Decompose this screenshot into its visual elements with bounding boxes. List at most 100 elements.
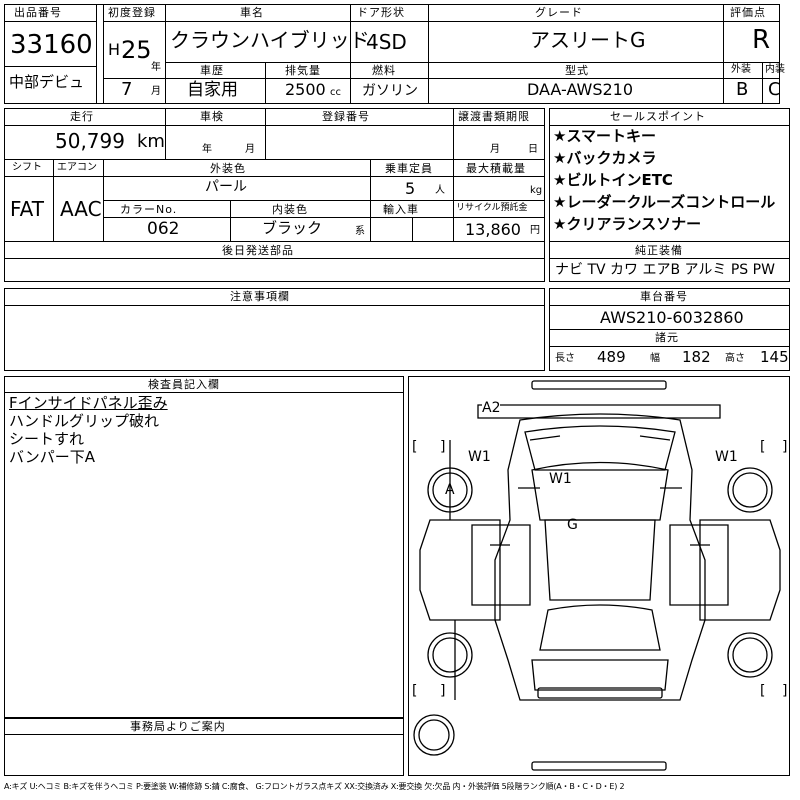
mileage-value: 50,799 (55, 129, 125, 153)
fuel-value: ガソリン (362, 83, 418, 99)
insp-month-unit: 月 (245, 144, 255, 155)
chassis-value: AWS210-6032860 (600, 308, 744, 327)
notes-label: 注意事項欄 (230, 290, 290, 303)
yen-unit: 円 (530, 225, 540, 236)
shift-value: FAT (10, 197, 45, 221)
inspector-label: 検査員記入欄 (148, 378, 220, 391)
type-value: DAA-AWS210 (527, 80, 634, 99)
recycle-value: 13,860 (465, 220, 521, 239)
ac-value: AAC (60, 197, 102, 221)
inspection-label: 車検 (200, 110, 224, 123)
load-unit: kg (530, 185, 543, 196)
width-value: 182 (682, 348, 711, 366)
lot-label: 出品番号 (14, 6, 62, 19)
brackets-right-bot: [ (760, 683, 766, 699)
mark-a: A (445, 482, 455, 498)
length-value: 489 (597, 348, 626, 366)
mark-w1-center: W1 (549, 471, 572, 487)
selling-point-item: ★スマートキー (553, 127, 656, 145)
mileage-unit: km (137, 131, 165, 152)
door-value: 4SD (366, 30, 407, 54)
selling-point-item: ★ビルトインETC (553, 171, 673, 189)
transfer-day-unit: 日 (528, 144, 538, 155)
equipment-label: 純正装備 (635, 244, 683, 257)
color-no-value: 062 (147, 219, 180, 239)
insp-year-unit: 年 (202, 144, 212, 155)
type-label: 型式 (565, 64, 589, 77)
score-label: 評価点 (730, 6, 766, 19)
damage-diagram (408, 376, 790, 776)
interior-color-value: ブラック (262, 219, 323, 237)
era: H (108, 40, 121, 59)
score-value: R (752, 25, 771, 55)
legend-text: A:キズ U:ヘコミ B:キズを伴うヘコミ P:要塗装 W:補修跡 S:錆 C:… (4, 782, 625, 791)
exterior-color-label: 外装色 (210, 162, 246, 175)
grade-value: アスリートG (530, 28, 646, 52)
height-value: 145 (760, 348, 789, 366)
displacement-value: 2500 (285, 80, 326, 99)
chassis-label: 車台番号 (640, 290, 688, 303)
interior-color-suffix: 系 (355, 226, 365, 237)
year-unit: 年 (151, 62, 161, 73)
fuel-label: 燃料 (372, 64, 396, 77)
ext-label: 外装 (731, 64, 751, 75)
brackets-right-top: [ (760, 439, 766, 455)
exterior-color-value: パール (205, 179, 247, 195)
history-value: 自家用 (187, 80, 238, 100)
selling-point-item: ★レーダークルーズコントロール (553, 193, 776, 211)
selling-points-list: ★スマートキー ★バックカメラ ★ビルトインETC ★レーダークルーズコントロー… (553, 129, 775, 239)
reg-month: 7 (121, 79, 133, 100)
dimensions-label: 諸元 (655, 331, 679, 344)
brackets-left-bot2: ] (440, 683, 446, 699)
mark-a2: A2 (482, 400, 501, 416)
color-no-label: カラーNo. (120, 203, 178, 216)
selling-point-item: ★クリアランスソナー (553, 215, 702, 233)
plate-label: 登録番号 (322, 110, 370, 123)
capacity-unit: 人 (435, 185, 445, 196)
equipment-value: ナビ TV カワ エアB アルミ PS PW (555, 262, 775, 278)
history-label: 車歴 (200, 64, 224, 77)
displacement-label: 排気量 (285, 64, 321, 77)
brackets-left-top2: ] (440, 439, 446, 455)
model-name: クラウンハイブリッド (170, 28, 370, 52)
load-label: 最大積載量 (466, 162, 526, 175)
office-label: 事務局よりご案内 (130, 720, 226, 733)
model-label: 車名 (240, 6, 264, 19)
capacity-label: 乗車定員 (385, 162, 433, 175)
ac-label: エアコン (57, 162, 97, 173)
grade-label: グレード (535, 6, 583, 19)
recycle-label: リサイクル預託金 (456, 203, 528, 213)
ext-score: B (736, 79, 749, 100)
brackets-left-top: [ (412, 439, 418, 455)
mark-g: G (567, 517, 578, 533)
inspector-lines: Fインサイドパネル歪み ハンドルグリップ破れ シートすれ バンパー下A (9, 396, 168, 468)
height-label: 高さ (725, 353, 745, 364)
first-reg-label: 初度登録 (108, 6, 156, 19)
int-score: C (768, 79, 781, 100)
capacity-value: 5 (405, 179, 416, 198)
lot-number: 33160 (10, 30, 93, 60)
later-parts-label: 後日発送部品 (222, 244, 294, 257)
interior-color-label: 内装色 (272, 203, 308, 216)
transfer-label: 譲渡書類期限 (458, 110, 530, 123)
transfer-month-unit: 月 (490, 144, 500, 155)
length-label: 長さ (555, 353, 575, 364)
cc-unit: cc (330, 87, 341, 98)
int-label: 内装 (765, 64, 785, 75)
selling-points-label: セールスポイント (610, 110, 706, 123)
inspector-line: バンパー下A (9, 448, 96, 466)
mark-w1-left: W1 (468, 449, 491, 465)
month-unit: 月 (151, 86, 161, 97)
mark-w1-right: W1 (715, 449, 738, 465)
import-label: 輸入車 (383, 203, 419, 216)
width-label: 幅 (650, 353, 660, 364)
selling-point-item: ★バックカメラ (553, 149, 657, 167)
door-label: ドア形状 (357, 6, 405, 19)
shift-label: シフト (12, 162, 42, 173)
debut-label: 中部デビュ (9, 73, 85, 91)
brackets-right-bot2: ] (782, 683, 788, 699)
brackets-left-bot: [ (412, 683, 418, 699)
mileage-label: 走行 (70, 110, 94, 123)
brackets-right-top2: ] (782, 439, 788, 455)
reg-year: 25 (121, 36, 152, 64)
